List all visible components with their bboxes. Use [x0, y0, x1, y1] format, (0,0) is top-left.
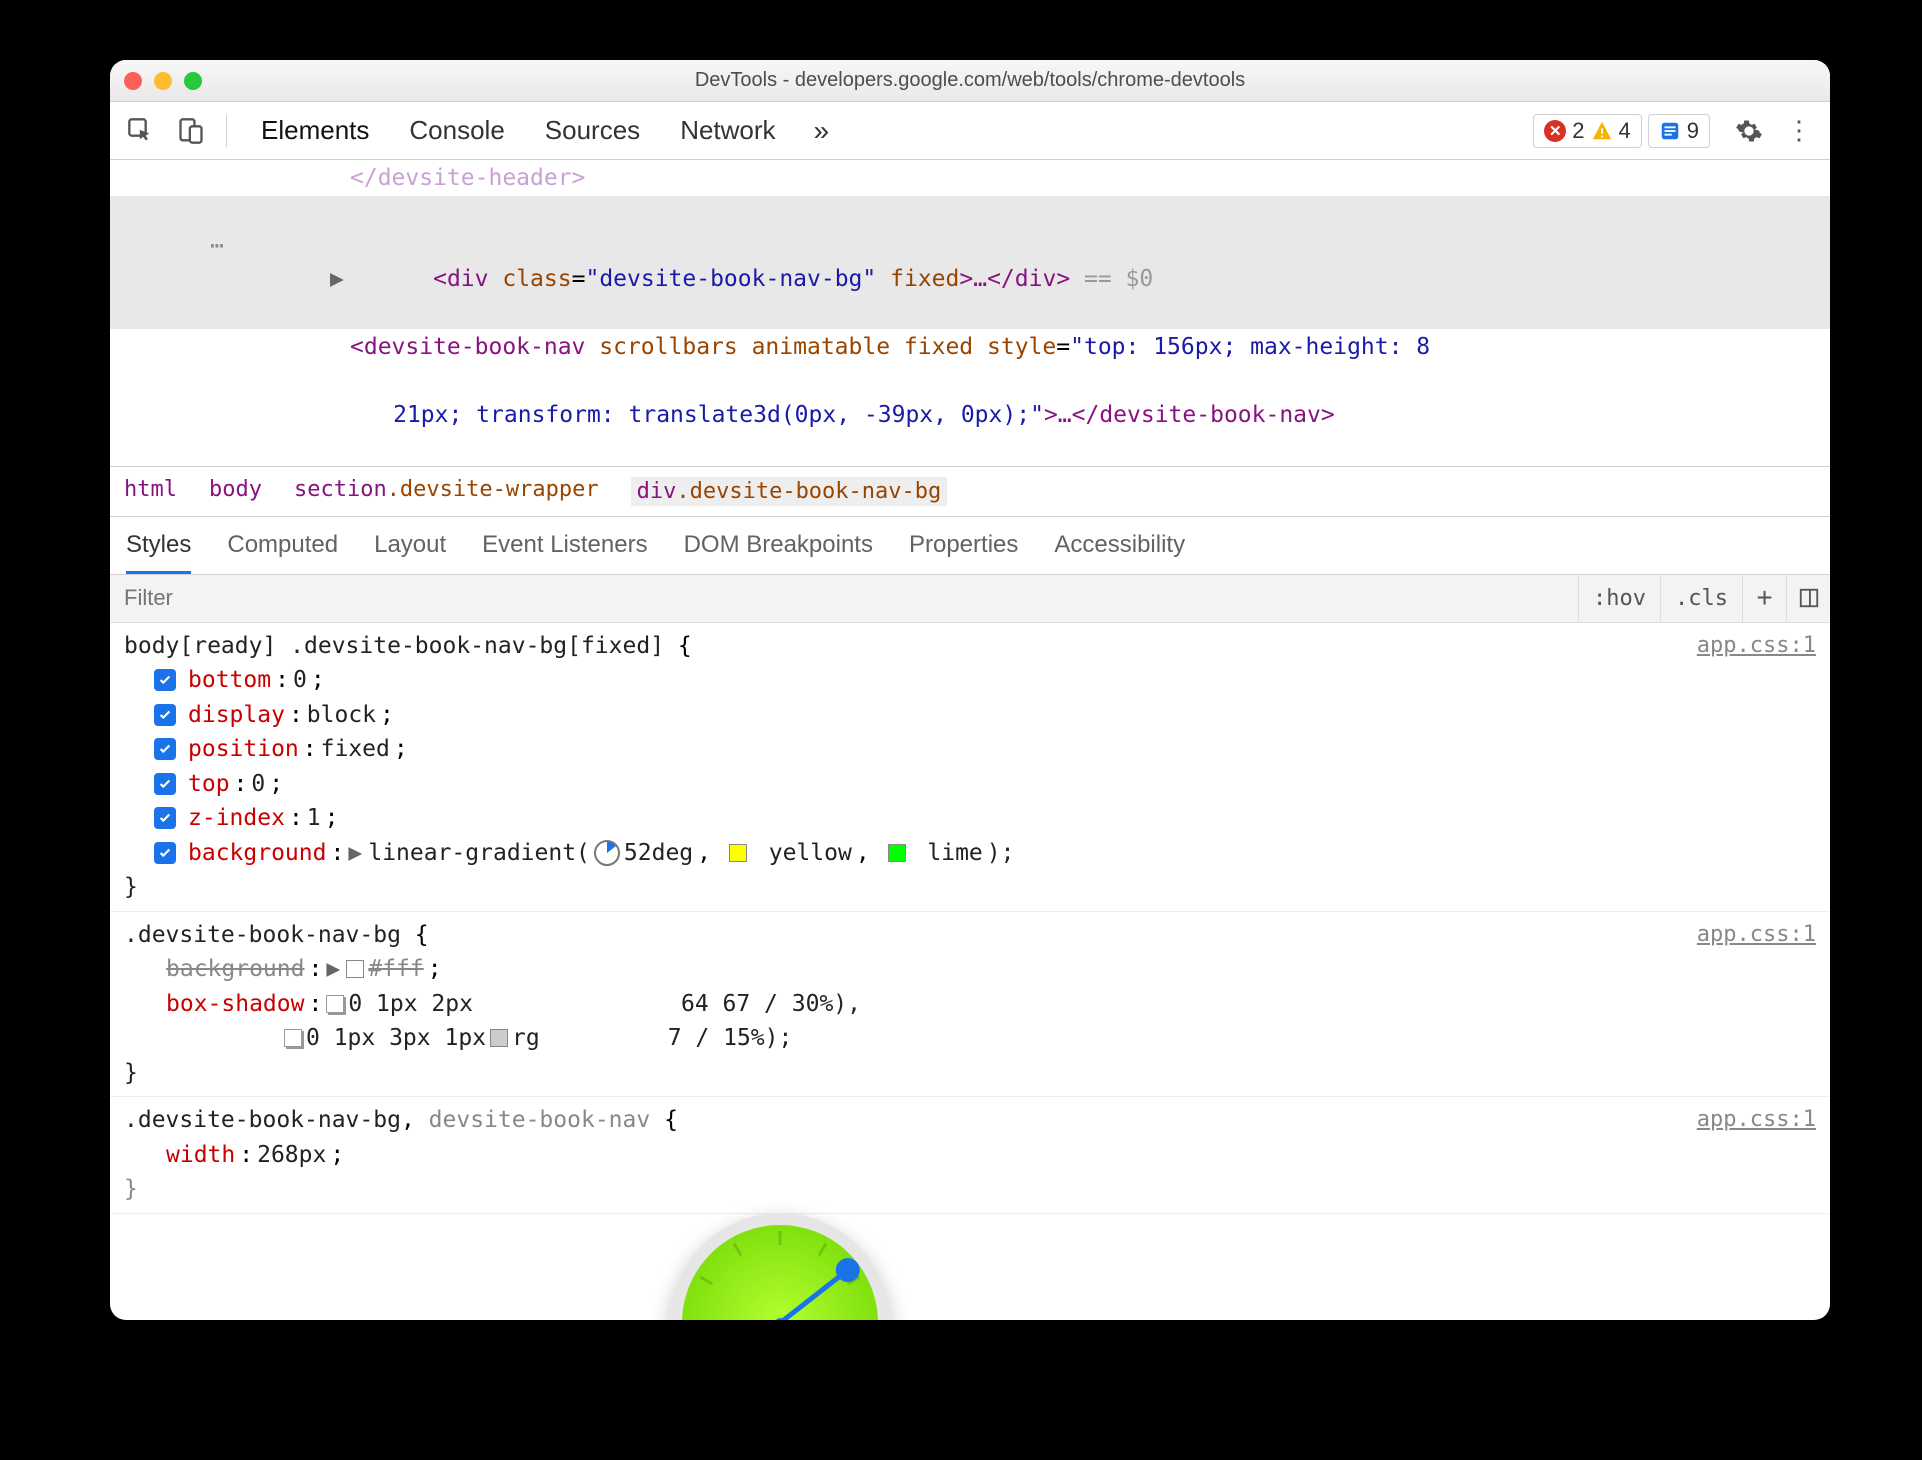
device-toggle-icon[interactable] — [170, 110, 212, 152]
css-declaration[interactable]: width: 268px; — [124, 1138, 1816, 1173]
angle-knob[interactable] — [831, 1253, 865, 1287]
css-declaration[interactable]: background: ▶ linear-gradient(52deg, yel… — [124, 836, 1816, 871]
main-tabs: Elements Console Sources Network — [261, 115, 776, 146]
angle-center — [775, 1318, 785, 1320]
checkbox-icon[interactable] — [154, 669, 176, 691]
angle-swatch-icon[interactable] — [594, 840, 620, 866]
subtab-accessibility[interactable]: Accessibility — [1054, 531, 1185, 574]
tab-network[interactable]: Network — [680, 115, 775, 146]
shadow-swatch-icon[interactable] — [284, 1029, 302, 1047]
filter-input[interactable] — [110, 575, 1578, 621]
window-controls — [124, 72, 202, 90]
source-link[interactable]: app.css:1 — [1697, 1103, 1816, 1136]
ellipsis-icon[interactable]: ⋯ — [210, 230, 224, 262]
source-link[interactable]: app.css:1 — [1697, 918, 1816, 951]
source-link[interactable]: app.css:1 — [1697, 629, 1816, 662]
crumb-body[interactable]: body — [209, 477, 262, 506]
tab-sources[interactable]: Sources — [545, 115, 640, 146]
errors-badge[interactable]: ✕ 2 4 — [1533, 114, 1642, 148]
checkbox-icon[interactable] — [154, 704, 176, 726]
main-toolbar: Elements Console Sources Network » ✕ 2 4… — [110, 102, 1830, 160]
css-declaration[interactable]: display: block; — [124, 698, 1816, 733]
css-declaration-cont[interactable]: 0 1px 3px 1px rg 7 / 15%); — [124, 1021, 1816, 1056]
close-window[interactable] — [124, 72, 142, 90]
css-declaration[interactable]: top: 0; — [124, 767, 1816, 802]
more-tabs-icon[interactable]: » — [814, 115, 830, 147]
css-declaration[interactable]: z-index: 1; — [124, 801, 1816, 836]
subtab-properties[interactable]: Properties — [909, 531, 1018, 574]
tab-elements[interactable]: Elements — [261, 115, 369, 146]
shadow-swatch-icon[interactable] — [326, 995, 344, 1013]
checkbox-icon[interactable] — [154, 738, 176, 760]
expand-icon[interactable]: ▶ — [348, 836, 364, 871]
breadcrumb: html body section.devsite-wrapper div.de… — [110, 467, 1830, 517]
dom-line[interactable]: <devsite-book-nav scrollbars animatable … — [110, 329, 1830, 365]
checkbox-icon[interactable] — [154, 807, 176, 829]
subtab-computed[interactable]: Computed — [227, 531, 338, 574]
titlebar: DevTools - developers.google.com/web/too… — [110, 60, 1830, 102]
styles-pane[interactable]: app.css:1 body[ready] .devsite-book-nav-… — [110, 623, 1830, 1320]
subtab-styles[interactable]: Styles — [126, 531, 191, 574]
inspect-icon[interactable] — [120, 110, 162, 152]
style-rule: app.css:1 .devsite-book-nav-bg { backgro… — [110, 912, 1830, 1098]
crumb-html[interactable]: html — [124, 477, 177, 506]
window-title: DevTools - developers.google.com/web/too… — [110, 69, 1830, 92]
css-declaration[interactable]: background:▶ #fff; — [124, 952, 1816, 987]
css-declaration[interactable]: bottom: 0; — [124, 663, 1816, 698]
checkbox-icon[interactable] — [154, 773, 176, 795]
styles-filter-row: :hov .cls + — [110, 575, 1830, 623]
tab-console[interactable]: Console — [409, 115, 504, 146]
expand-icon[interactable]: ▶ — [330, 263, 344, 295]
subtabs: Styles Computed Layout Event Listeners D… — [110, 517, 1830, 575]
computed-toggle-icon[interactable] — [1786, 575, 1830, 622]
settings-icon[interactable] — [1728, 110, 1770, 152]
dom-line[interactable]: 21px; transform: translate3d(0px, -39px,… — [110, 365, 1830, 466]
minimize-window[interactable] — [154, 72, 172, 90]
color-swatch-icon[interactable] — [346, 960, 364, 978]
devtools-window: DevTools - developers.google.com/web/too… — [110, 60, 1830, 1320]
crumb-div[interactable]: div.devsite-book-nav-bg — [631, 477, 948, 506]
error-icon: ✕ — [1544, 120, 1566, 142]
warnings-count: 4 — [1619, 118, 1631, 144]
expand-icon[interactable]: ▶ — [326, 952, 342, 987]
css-declaration[interactable]: box-shadow: 0 1px 2px 64 67 / 30%), — [124, 987, 1816, 1022]
issues-count: 9 — [1687, 118, 1699, 144]
kebab-menu-icon[interactable]: ⋮ — [1778, 110, 1820, 152]
cls-toggle[interactable]: .cls — [1660, 575, 1742, 622]
subtab-layout[interactable]: Layout — [374, 531, 446, 574]
color-swatch-icon[interactable] — [888, 844, 906, 862]
errors-count: 2 — [1572, 118, 1584, 144]
issue-icon — [1659, 120, 1681, 142]
color-swatch-icon[interactable] — [490, 1029, 508, 1047]
subtab-dom-breakpoints[interactable]: DOM Breakpoints — [684, 531, 873, 574]
status-badges: ✕ 2 4 9 — [1533, 114, 1710, 148]
style-rule: app.css:1 body[ready] .devsite-book-nav-… — [110, 623, 1830, 912]
new-style-rule-icon[interactable]: + — [1742, 575, 1786, 622]
issues-badge[interactable]: 9 — [1648, 114, 1710, 148]
style-rule: app.css:1 .devsite-book-nav-bg, devsite-… — [110, 1097, 1830, 1214]
separator — [226, 115, 227, 147]
zoom-window[interactable] — [184, 72, 202, 90]
crumb-section[interactable]: section.devsite-wrapper — [294, 477, 599, 506]
css-declaration[interactable]: position: fixed; — [124, 732, 1816, 767]
dom-selected-node[interactable]: ⋯ ▶<div class="devsite-book-nav-bg" fixe… — [110, 196, 1830, 329]
hov-toggle[interactable]: :hov — [1578, 575, 1660, 622]
angle-picker[interactable] — [670, 1213, 890, 1320]
angle-hand[interactable] — [778, 1264, 854, 1320]
dom-tree[interactable]: </devsite-header> ⋯ ▶<div class="devsite… — [110, 160, 1830, 467]
dom-line[interactable]: </devsite-header> — [110, 160, 1830, 196]
color-swatch-icon[interactable] — [729, 844, 747, 862]
checkbox-icon[interactable] — [154, 842, 176, 864]
subtab-event-listeners[interactable]: Event Listeners — [482, 531, 647, 574]
warning-icon — [1591, 120, 1613, 142]
